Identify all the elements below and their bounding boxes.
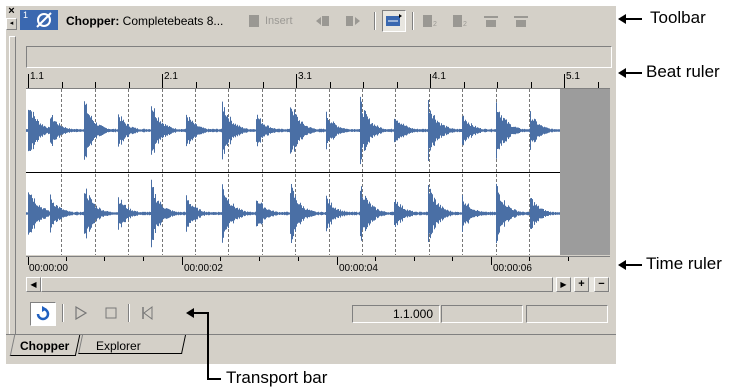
- shift-right-icon: [514, 16, 528, 27]
- dock-arrow-button[interactable]: ◂: [6, 18, 17, 30]
- time-mark: 00:00:00: [29, 263, 68, 274]
- toolbar-callout-arrowhead: [618, 14, 626, 24]
- tab-chopper-label: Chopper: [20, 339, 70, 353]
- beat-ruler-callout-arrowhead: [618, 68, 626, 78]
- track-number: 1: [23, 10, 29, 20]
- stop-button[interactable]: [100, 303, 122, 323]
- beat-mark: 2.1: [164, 71, 178, 82]
- transport-callout-line: [207, 312, 209, 380]
- window-edge: [9, 36, 16, 338]
- insert-button[interactable]: Insert: [248, 11, 293, 31]
- waveform-display: [26, 89, 610, 255]
- halve-length-button[interactable]: 2: [450, 11, 472, 31]
- transport-callout-label: Transport bar: [226, 368, 328, 387]
- scroll-right-button[interactable]: ▶: [556, 277, 571, 292]
- double-length-button[interactable]: 2: [420, 11, 442, 31]
- selection-region[interactable]: [560, 89, 610, 255]
- beat-ruler-callout-label: Beat ruler: [646, 62, 720, 81]
- waveform-area[interactable]: [26, 89, 610, 255]
- time-ruler[interactable]: 00:00:00 00:00:02 00:00:04 00:00:06: [26, 256, 610, 277]
- position-field[interactable]: 1.1.000: [352, 305, 440, 323]
- tab-strip: Chopper Explorer: [6, 334, 616, 364]
- toolbar: 1 Chopper: Completebeats 8... Insert 2 2: [20, 8, 614, 34]
- toolbar-callout-label: Toolbar: [650, 8, 706, 27]
- transport-separator: [128, 304, 130, 322]
- beat-ruler[interactable]: 1.1 2.1 3.1 4.1 5.1: [26, 68, 610, 89]
- track-number-badge: 1: [20, 10, 58, 30]
- next-chop-button[interactable]: [342, 11, 364, 31]
- go-to-start-icon: [142, 306, 153, 320]
- next-chop-icon: [346, 16, 360, 26]
- insert-icon: [249, 15, 259, 27]
- halve-length-icon: 2: [453, 15, 467, 28]
- time-mark: 00:00:06: [493, 263, 532, 274]
- transport-bar: 1.1.000: [26, 300, 610, 328]
- toolbar-title: Chopper:: [66, 14, 120, 28]
- transport-callout-line: [207, 378, 221, 380]
- go-to-start-button[interactable]: [136, 303, 158, 323]
- time-mark: 00:00:04: [339, 263, 378, 274]
- time-ruler-callout-label: Time ruler: [646, 254, 722, 273]
- chopper-logo-icon: [36, 12, 52, 28]
- chopper-window: × ◂ 1 Chopper: Completebeats 8... Insert: [6, 6, 616, 364]
- toolbar-separator: [412, 12, 414, 30]
- toolbar-file-name: Completebeats 8...: [122, 14, 224, 28]
- zoom-in-button[interactable]: +: [574, 277, 589, 292]
- snap-icon: [386, 14, 402, 26]
- svg-text:2: 2: [433, 21, 437, 28]
- loop-icon: [36, 306, 50, 321]
- beat-mark: 4.1: [432, 71, 446, 82]
- shift-left-button[interactable]: [480, 11, 502, 31]
- toolbar-separator: [374, 12, 376, 30]
- time-ruler-callout-arrowhead: [618, 260, 626, 270]
- stop-icon: [105, 307, 117, 319]
- overview-strip[interactable]: [26, 46, 612, 68]
- transport-field-2[interactable]: [441, 305, 523, 323]
- transport-field-3[interactable]: [526, 305, 608, 323]
- horizontal-scrollbar[interactable]: ◀ ▶ + −: [26, 277, 610, 292]
- play-button[interactable]: [70, 303, 92, 323]
- tab-explorer-label: Explorer: [96, 339, 141, 353]
- close-window-button[interactable]: ×: [6, 6, 17, 17]
- scroll-thumb[interactable]: [41, 277, 553, 292]
- transport-callout-arrowhead: [186, 308, 194, 318]
- beat-mark: 1.1: [30, 71, 44, 82]
- svg-text:2: 2: [463, 21, 467, 28]
- shift-right-button[interactable]: [510, 11, 532, 31]
- play-icon: [75, 306, 88, 320]
- time-mark: 00:00:02: [184, 263, 223, 274]
- transport-separator: [62, 304, 64, 322]
- double-length-icon: 2: [423, 15, 437, 28]
- loop-toggle-button[interactable]: [30, 302, 56, 326]
- previous-chop-icon: [316, 16, 329, 26]
- previous-chop-button[interactable]: [312, 11, 334, 31]
- beat-mark: 5.1: [566, 71, 580, 82]
- snap-toggle-button[interactable]: [382, 10, 406, 32]
- beat-mark: 3.1: [298, 71, 312, 82]
- scroll-left-button[interactable]: ◀: [26, 277, 41, 292]
- zoom-out-button[interactable]: −: [594, 277, 609, 292]
- shift-left-icon: [484, 16, 498, 27]
